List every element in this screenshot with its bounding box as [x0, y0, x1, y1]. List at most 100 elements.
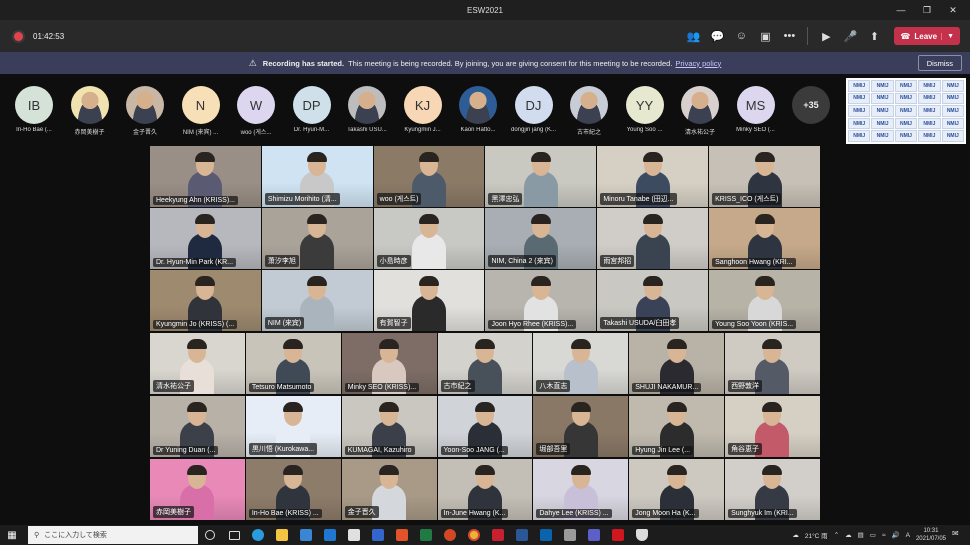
participant-video-tile[interactable]: Minky SEO (KRISS)... [341, 333, 437, 394]
participant-video-tile[interactable]: Dahye Lee (KRISS) ... [533, 459, 629, 520]
participant-avatar-item[interactable]: Wwoo (게스... [229, 86, 283, 136]
app-icon[interactable] [342, 525, 366, 545]
reactions-icon[interactable]: ☺ [729, 24, 753, 48]
participant-video-tile[interactable]: 萧汐李旭 [261, 208, 373, 269]
close-icon[interactable]: ✕ [940, 5, 966, 16]
participant-avatar-item[interactable]: DP Dr. Hyun-M... [285, 86, 339, 133]
minimize-icon[interactable]: — [888, 5, 914, 15]
participant-video-tile[interactable]: 有賀智子 [373, 270, 485, 331]
participant-avatar-item[interactable]: 清水祐公子 [673, 86, 727, 136]
file-explorer-icon[interactable] [270, 525, 294, 545]
participant-video-tile[interactable]: 古市紀之 [437, 333, 533, 394]
excel-icon[interactable] [414, 525, 438, 545]
participant-avatar-item[interactable]: Kaori Hatto... [451, 86, 505, 133]
chevron-up-icon[interactable]: ⌃ [834, 531, 839, 539]
participant-video-tile[interactable]: Dr. Hyun-Min Park (KR... [150, 208, 261, 269]
participant-video-tile[interactable]: Yoon-Soo JANG (... [437, 396, 533, 457]
dismiss-button[interactable]: Dismiss [917, 55, 962, 71]
participant-video-tile[interactable]: 八木直志 [533, 333, 629, 394]
notification-icon[interactable]: ✉ [952, 529, 964, 541]
privacy-policy-link[interactable]: Privacy policy [675, 59, 721, 68]
weather-text[interactable]: 21°C 雨 [805, 530, 828, 540]
people-icon[interactable]: 👥 [681, 24, 705, 48]
participant-video-tile[interactable]: 黑澤忠弘 [485, 146, 597, 207]
mic-muted-icon[interactable]: 🎤 [838, 24, 862, 48]
powerpoint-icon[interactable] [438, 525, 462, 545]
edge-icon[interactable] [246, 525, 270, 545]
app-red-icon[interactable] [486, 525, 510, 545]
participant-video-tile[interactable]: 西野敦洋 [725, 333, 820, 394]
participant-video-tile[interactable]: 堀部吾里 [533, 396, 629, 457]
wifi-icon[interactable]: ≈ [882, 532, 886, 539]
participant-video-tile[interactable]: 赤岡美樹子 [150, 459, 245, 520]
app-gray-icon[interactable] [558, 525, 582, 545]
outlook-icon[interactable] [534, 525, 558, 545]
participant-avatar-item[interactable]: KJ Kyungmin J... [396, 86, 450, 133]
app-blue-icon[interactable] [366, 525, 390, 545]
cortana-icon[interactable] [198, 525, 222, 545]
participant-video-tile[interactable]: Hyung Jin Lee (... [629, 396, 725, 457]
participant-video-tile[interactable]: Sunghyuk Im (KRI... [725, 459, 820, 520]
participant-video-tile[interactable]: Shimizu Morihito (清... [261, 146, 373, 207]
participant-avatar-item[interactable]: IB In-Ho Bae (... [7, 86, 61, 133]
camera-icon[interactable]: ▶ [814, 24, 838, 48]
task-view-icon[interactable] [222, 525, 246, 545]
share-screen-icon[interactable]: ⬆ [862, 24, 886, 48]
windows-start-icon[interactable]: ▦ [2, 530, 22, 541]
battery-icon[interactable]: ▭ [870, 531, 876, 539]
chrome-icon[interactable] [462, 525, 486, 545]
mail-icon[interactable] [318, 525, 342, 545]
participant-video-tile[interactable]: Joon Hyo Rhee (KRISS)... [485, 270, 597, 331]
participant-video-tile[interactable]: In-Ho Bae (KRISS) ... [245, 459, 341, 520]
store-icon[interactable] [294, 525, 318, 545]
participant-avatar-item[interactable]: 古市紀之 [562, 86, 616, 136]
participant-video-tile[interactable]: In-June Hwang (K... [437, 459, 533, 520]
participant-video-tile[interactable]: Sanghoon Hwang (KRI... [709, 208, 820, 269]
participant-avatar-item[interactable]: MS Minky SEO (... [729, 86, 783, 133]
participant-video-tile[interactable]: Heekyung Ahn (KRISS)... [150, 146, 261, 207]
participant-video-tile[interactable]: 雨宮邦招 [597, 208, 709, 269]
participant-video-tile[interactable]: Takashi USUDA/臼田孝 [597, 270, 709, 331]
restore-icon[interactable]: ❐ [914, 5, 940, 16]
onedrive-icon[interactable]: ☁ [845, 531, 852, 539]
participant-video-tile[interactable]: 角谷恵子 [725, 396, 820, 457]
word-icon[interactable] [510, 525, 534, 545]
participant-avatar-item[interactable]: DJ dongjin jang (K... [507, 86, 561, 133]
participant-avatar-item[interactable]: YY Young Soo ... [618, 86, 672, 133]
taskbar-clock[interactable]: 10:31 2021/07/05 [916, 527, 946, 543]
participant-video-tile[interactable]: woo (게스트) [373, 146, 485, 207]
acrobat-icon[interactable] [606, 525, 630, 545]
participant-video-tile[interactable]: Jong Moon Ha (K... [629, 459, 725, 520]
network-icon[interactable]: ▤ [858, 531, 864, 539]
participant-video-tile[interactable]: KUMAGAI, Kazuhiro [341, 396, 437, 457]
participant-video-tile[interactable]: 小島時彦 [373, 208, 485, 269]
participant-video-tile[interactable]: 清水祐公子 [150, 333, 245, 394]
chevron-down-icon[interactable]: ▼ [941, 32, 954, 40]
ime-indicator[interactable]: A [906, 532, 910, 539]
participant-video-tile[interactable]: SHUJI NAKAMUR... [629, 333, 725, 394]
participant-video-tile[interactable]: Young Soo Yoon (KRIS... [709, 270, 820, 331]
participant-avatar-item[interactable]: +35 [784, 86, 838, 127]
shared-content-thumbnail[interactable]: NMIJ NMIJ NMIJ NMIJ NMIJ NMIJ NMIJ NMIJ NMIJ NMIJ… [846, 78, 966, 144]
participant-video-tile[interactable]: NIM, China 2 (来宾) [485, 208, 597, 269]
more-options-icon[interactable]: ••• [777, 24, 801, 48]
chat-icon[interactable]: 💬 [705, 24, 729, 48]
participant-avatar-item[interactable]: 金子晋久 [118, 86, 172, 136]
leave-button[interactable]: ☎ Leave ▼ [894, 27, 960, 45]
volume-icon[interactable]: 🔊 [892, 531, 900, 539]
office-icon[interactable] [390, 525, 414, 545]
teams-icon[interactable] [582, 525, 606, 545]
participant-video-tile[interactable]: 黒川悟 (Kurokawa... [245, 396, 341, 457]
weather-icon[interactable]: ☁ [792, 531, 799, 539]
participant-avatar-item[interactable]: N NIM (来宾) ... [174, 86, 228, 136]
taskbar-search-box[interactable]: ⚲ ここに入力して検索 [28, 526, 198, 544]
participant-video-tile[interactable]: NIM (来宾) [261, 270, 373, 331]
participant-video-tile[interactable]: Minoru Tanabe (田辺... [597, 146, 709, 207]
participant-video-tile[interactable]: KRISS_ICO (게스트) [709, 146, 820, 207]
participant-video-tile[interactable]: Tetsuro Matsumoto [245, 333, 341, 394]
participant-avatar-item[interactable]: Takashi USU... [340, 86, 394, 133]
participant-video-tile[interactable]: Dr Yuning Duan (... [150, 396, 245, 457]
participant-video-tile[interactable]: 金子晋久 [341, 459, 437, 520]
participant-avatar-item[interactable]: 赤岡美樹子 [63, 86, 117, 136]
rooms-icon[interactable]: ▣ [753, 24, 777, 48]
